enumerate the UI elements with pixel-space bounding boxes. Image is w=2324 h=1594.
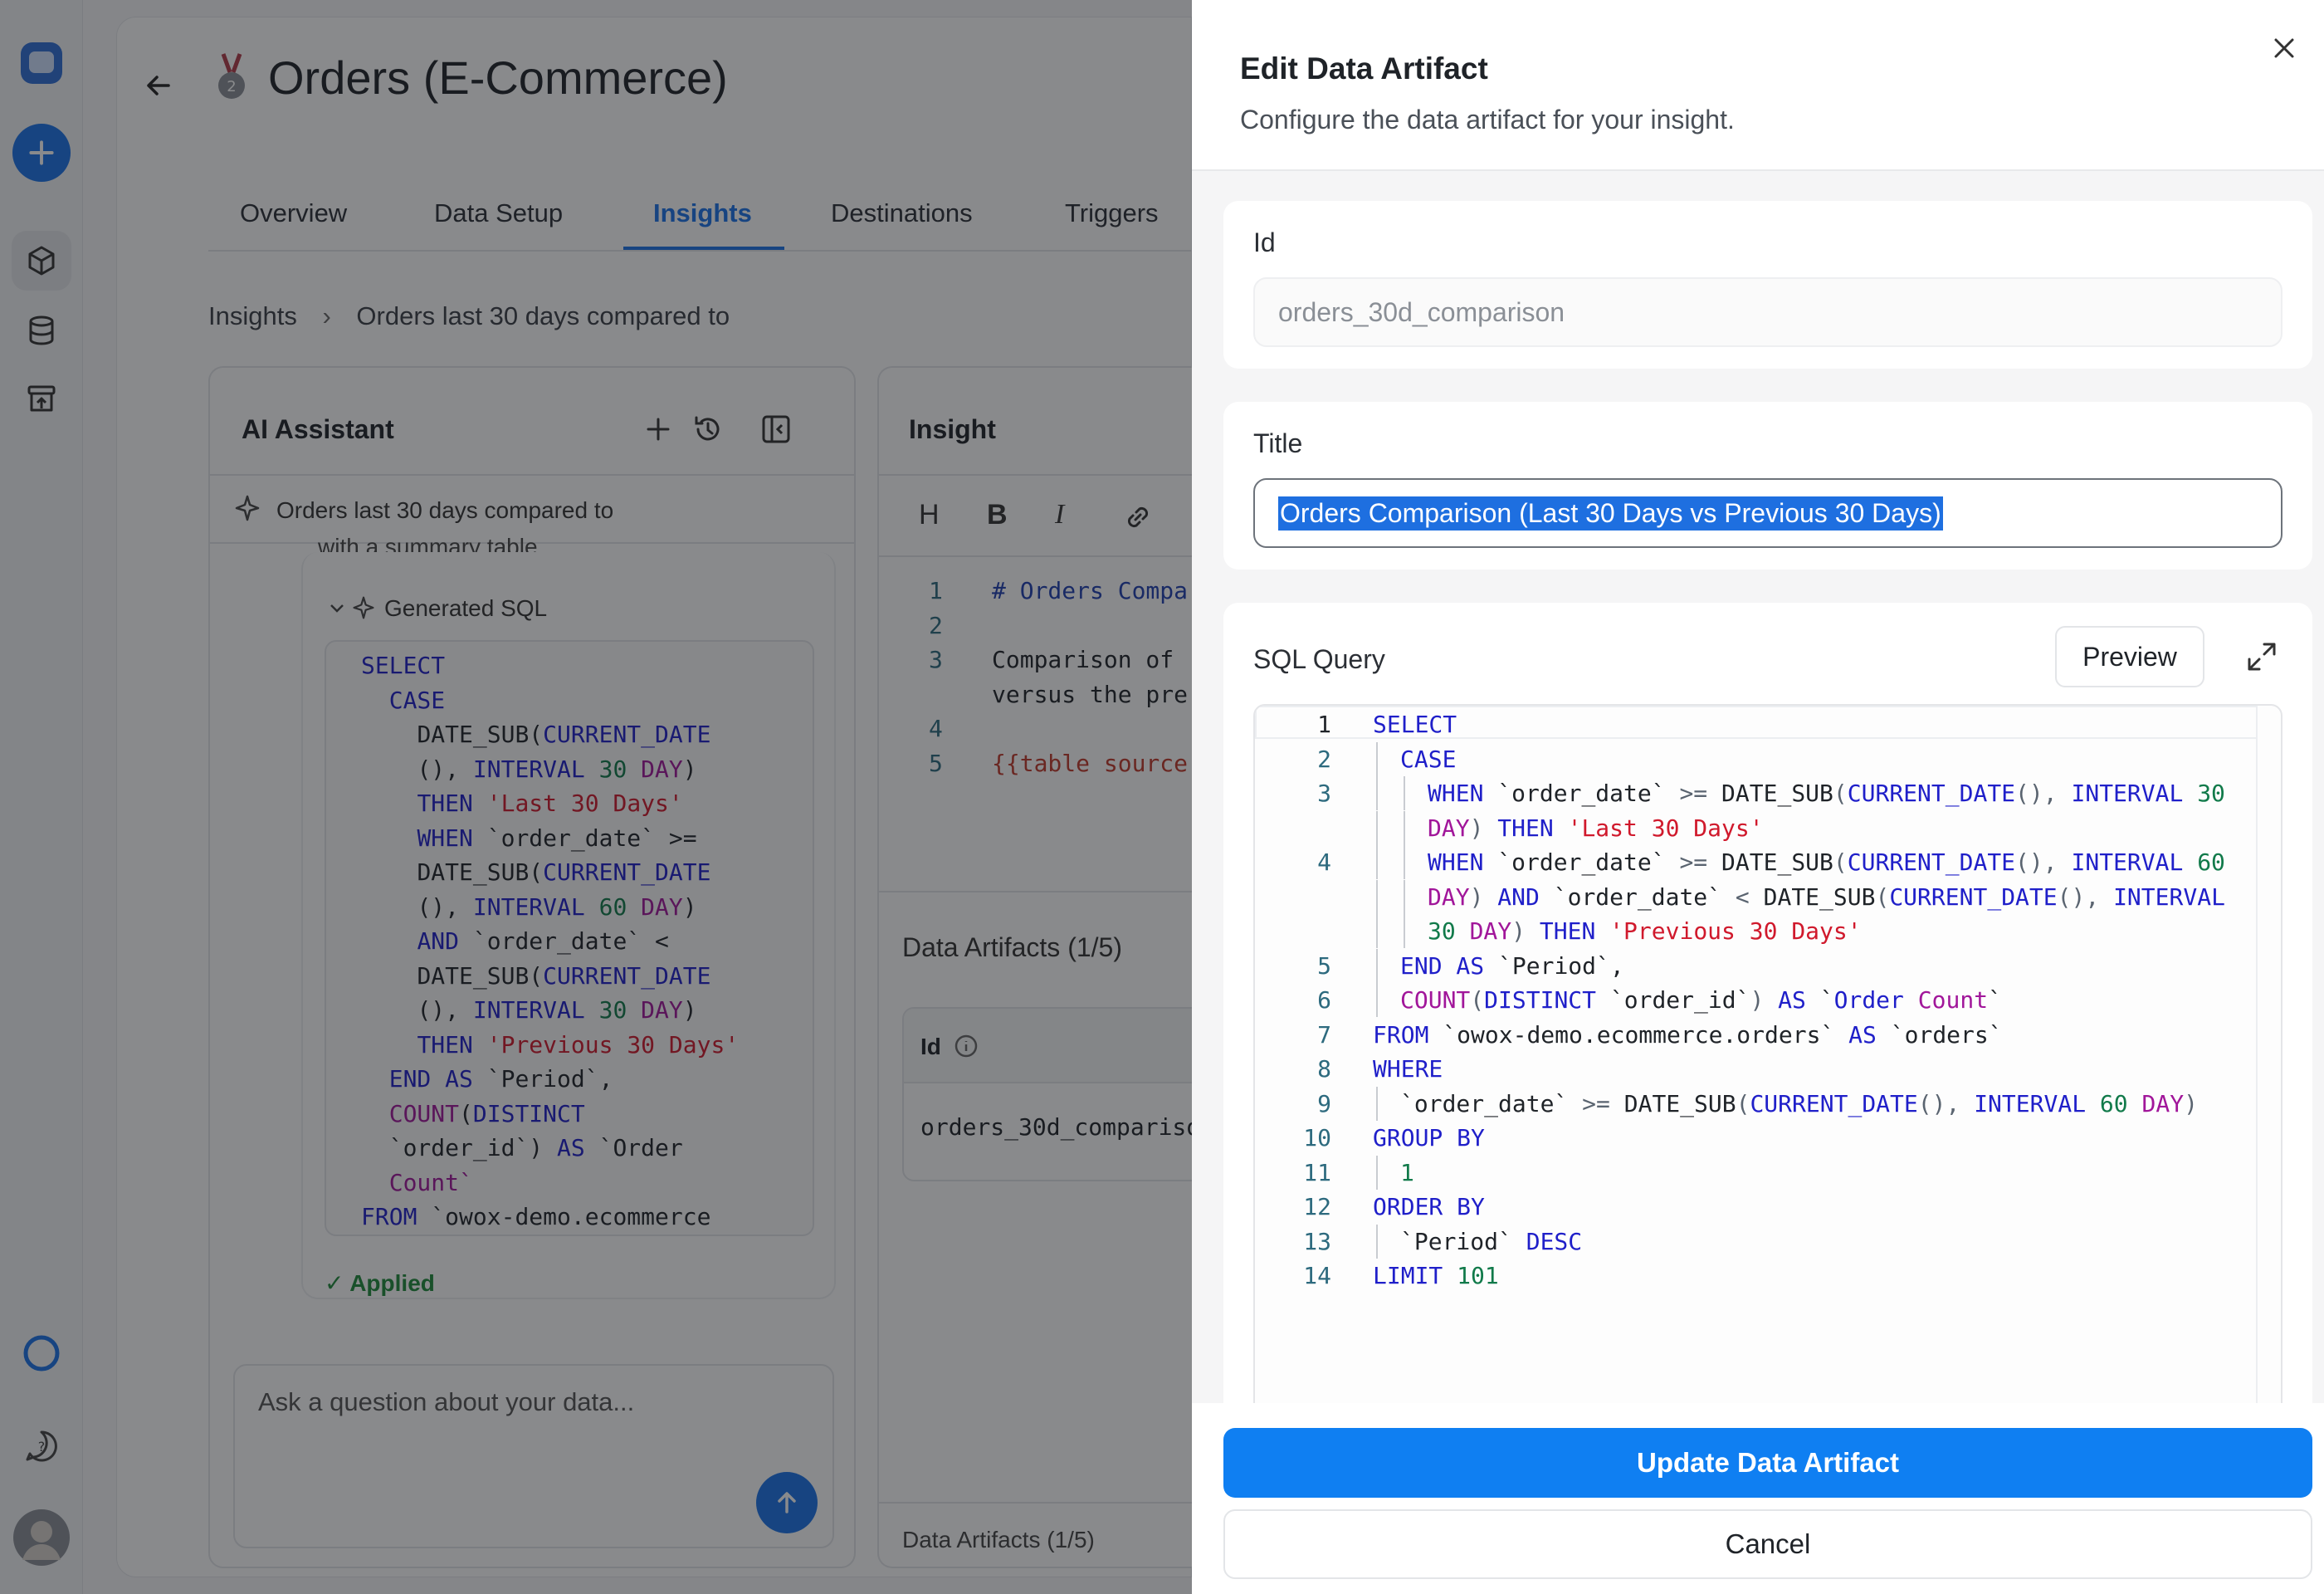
line-number: 12 [1303, 1193, 1331, 1220]
sql-line: WHEN `order_date` >= DATE_SUB(CURRENT_DA… [1428, 848, 2225, 876]
line-number: 3 [1317, 780, 1331, 807]
sql-line: WHEN `order_date` >= DATE_SUB(CURRENT_DA… [1428, 780, 2225, 807]
sql-line: WHERE [1373, 1055, 1443, 1083]
sql-line: GROUP BY [1373, 1124, 1485, 1151]
drawer-footer: Update Data Artifact Cancel [1192, 1403, 2324, 1594]
title-selected-text: Orders Comparison (Last 30 Days vs Previ… [1278, 496, 1943, 531]
sql-line: CASE [1400, 745, 1457, 773]
indent-guide [1376, 1224, 1378, 1259]
line-number: 14 [1303, 1262, 1331, 1289]
line-number: 11 [1303, 1158, 1331, 1186]
line-number: 2 [1317, 745, 1331, 773]
line-number: 4 [1317, 848, 1331, 876]
cancel-button[interactable]: Cancel [1223, 1509, 2312, 1579]
sql-line: `order_date` >= DATE_SUB(CURRENT_DATE(),… [1400, 1089, 2198, 1117]
indent-guide [1376, 983, 1378, 1017]
line-number: 8 [1317, 1055, 1331, 1083]
sql-line: 1 [1400, 1158, 1414, 1186]
edit-data-artifact-drawer: Edit Data Artifact Configure the data ar… [1192, 0, 2324, 1594]
indent-guide [1404, 879, 1405, 914]
editor-scrollbar[interactable] [2256, 706, 2281, 1450]
drawer-title: Edit Data Artifact [1240, 51, 1488, 86]
indent-guide [1404, 914, 1405, 948]
indent-guide [1376, 741, 1378, 776]
indent-guide [1376, 1155, 1378, 1190]
sql-query-label: SQL Query [1253, 644, 1385, 674]
sql-line: FROM `owox-demo.ecommerce.orders` AS `or… [1373, 1020, 2003, 1049]
indent-guide [1376, 948, 1378, 983]
id-field: orders_30d_comparison [1253, 277, 2282, 347]
title-field[interactable]: Orders Comparison (Last 30 Days vs Previ… [1253, 478, 2282, 548]
indent-guide [1376, 845, 1378, 879]
sql-editor[interactable]: 1 SELECT 2 CASE 3 WHEN `order_date` >= DATE_S… [1253, 704, 2282, 1451]
sql-line: DAY) AND `order_date` < DATE_SUB(CURRENT… [1428, 883, 2225, 911]
indent-guide [1404, 776, 1405, 810]
sql-line: DAY) THEN 'Last 30 Days' [1428, 814, 1764, 842]
id-label: Id [1253, 227, 1276, 257]
title-card: Title Orders Comparison (Last 30 Days vs… [1223, 402, 2312, 570]
line-number: 13 [1303, 1227, 1331, 1255]
line-number: 1 [1317, 711, 1331, 738]
sql-line: LIMIT 101 [1373, 1262, 1499, 1289]
modal-overlay[interactable] [0, 0, 1192, 1594]
indent-guide [1376, 1086, 1378, 1121]
expand-icon[interactable] [2246, 641, 2278, 672]
indent-guide [1376, 879, 1378, 914]
indent-guide [1376, 810, 1378, 845]
sql-line: 30 DAY) THEN 'Previous 30 Days' [1428, 917, 1862, 945]
indent-guide [1404, 810, 1405, 845]
line-number: 6 [1317, 986, 1331, 1014]
indent-guide [1376, 776, 1378, 810]
id-card: Id orders_30d_comparison [1223, 201, 2312, 369]
sql-line: ORDER BY [1373, 1193, 1485, 1220]
indent-guide [1404, 845, 1405, 879]
drawer-header: Edit Data Artifact Configure the data ar… [1192, 0, 2324, 171]
line-number: 9 [1317, 1089, 1331, 1117]
sql-query-card: SQL Query Preview 1 SELECT 2 CASE 3 WHEN `ord… [1223, 603, 2312, 1451]
sql-line: COUNT(DISTINCT `order_id`) AS `Order Cou… [1400, 986, 2002, 1014]
preview-button[interactable]: Preview [2055, 626, 2204, 687]
title-label: Title [1253, 428, 1303, 458]
sql-line: `Period` DESC [1400, 1227, 1583, 1255]
indent-guide [1376, 914, 1378, 948]
update-data-artifact-button[interactable]: Update Data Artifact [1223, 1428, 2312, 1498]
line-number: 7 [1317, 1020, 1331, 1049]
close-icon[interactable] [2269, 33, 2299, 63]
drawer-subtitle: Configure the data artifact for your ins… [1240, 105, 1735, 134]
line-number: 10 [1303, 1124, 1331, 1151]
sql-line: SELECT [1373, 711, 1457, 738]
sql-line: END AS `Period`, [1400, 951, 1624, 980]
line-number: 5 [1317, 951, 1331, 980]
